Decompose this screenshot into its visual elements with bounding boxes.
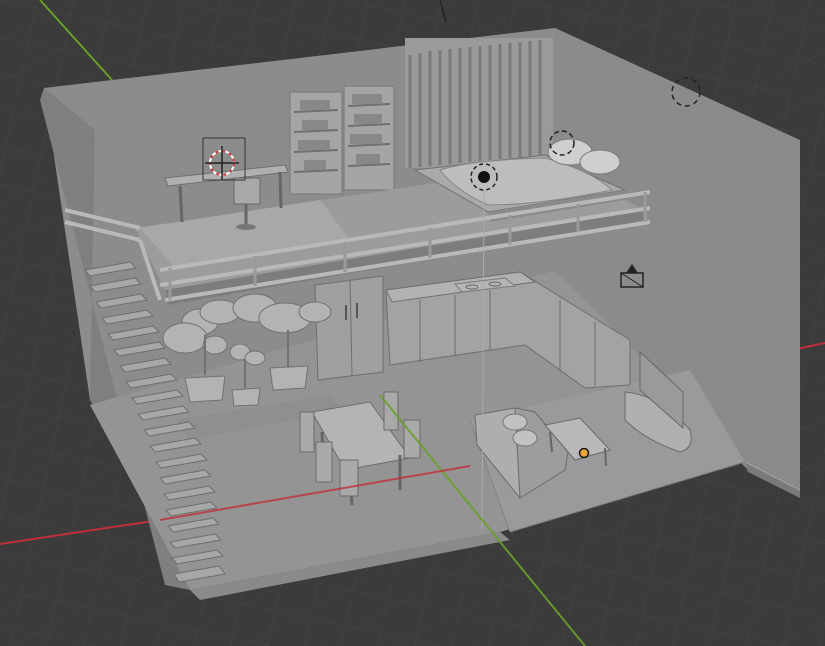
bookshelves[interactable] bbox=[289, 85, 395, 195]
object-origin[interactable] bbox=[578, 447, 590, 459]
3d-viewport[interactable] bbox=[0, 0, 825, 646]
refrigerator[interactable] bbox=[314, 275, 384, 381]
curtain[interactable] bbox=[405, 38, 553, 168]
viewport-canvas[interactable] bbox=[0, 0, 825, 646]
